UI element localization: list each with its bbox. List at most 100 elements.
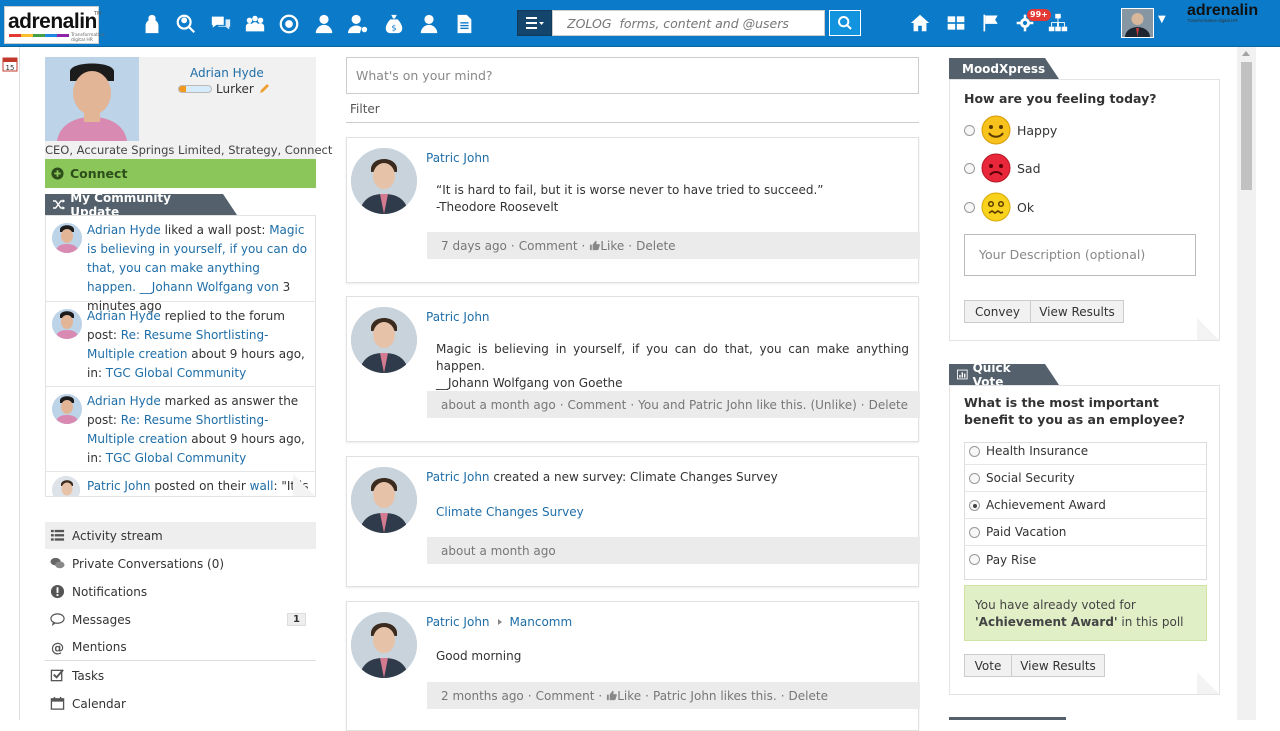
vote-button[interactable]: Vote xyxy=(964,654,1012,677)
vote-option[interactable]: Paid Vacation xyxy=(964,519,1206,546)
comment-link[interactable]: Comment xyxy=(568,398,627,412)
post-body: Magic is believing in yourself, if you c… xyxy=(436,342,909,390)
menu-activity-stream[interactable]: Activity stream xyxy=(45,522,316,549)
menu-messages[interactable]: Messages 1 xyxy=(45,606,316,633)
user-icon[interactable] xyxy=(312,10,336,38)
logo-color-bar xyxy=(9,34,69,37)
document-icon[interactable] xyxy=(452,10,476,38)
scroll-thumb[interactable] xyxy=(1241,62,1252,190)
people-icon[interactable] xyxy=(140,10,164,38)
vote-option[interactable]: Achievement Award xyxy=(964,492,1206,519)
plus-circle-icon xyxy=(51,167,64,180)
update-user-link[interactable]: Patric John xyxy=(87,479,151,493)
menu-calendar[interactable]: Calendar xyxy=(45,690,316,717)
chat-icon[interactable] xyxy=(209,10,233,38)
menu-private-conversations[interactable]: Private Conversations (0) xyxy=(45,550,316,577)
profile-rank: Lurker xyxy=(178,82,270,96)
profile-photo[interactable] xyxy=(45,57,139,141)
likes-summary: You and Patric John like this. xyxy=(638,397,807,412)
menu-tasks[interactable]: Tasks xyxy=(45,662,316,689)
menu-mentions[interactable]: @ Mentions xyxy=(45,634,316,661)
vote-option[interactable]: Social Security xyxy=(964,465,1206,492)
community-update-panel: Adrian Hyde liked a wall post: Magic is … xyxy=(45,215,316,497)
post-body: “It is hard to fail, but it is worse nev… xyxy=(436,183,824,214)
user-avatar[interactable] xyxy=(1121,8,1154,38)
convey-button[interactable]: Convey xyxy=(964,300,1031,323)
user-avatar[interactable] xyxy=(52,309,82,339)
page-scrollbar[interactable] xyxy=(1237,47,1256,720)
delete-link[interactable]: Delete xyxy=(869,398,908,412)
user-avatar[interactable] xyxy=(52,223,82,253)
post-author-link[interactable]: Patric John xyxy=(426,470,490,484)
update-wall-link[interactable]: wall xyxy=(250,479,274,493)
delete-link[interactable]: Delete xyxy=(636,239,675,253)
user-avatar[interactable] xyxy=(52,394,82,424)
user-avatar[interactable] xyxy=(52,476,80,496)
update-user-link[interactable]: Adrian Hyde xyxy=(87,223,161,237)
mood-radio[interactable] xyxy=(964,124,975,136)
profile-name-link[interactable]: Adrian Hyde xyxy=(190,66,264,80)
mood-radio[interactable] xyxy=(964,201,975,213)
comment-link[interactable]: Comment xyxy=(519,239,578,253)
survey-link[interactable]: Climate Changes Survey xyxy=(436,504,909,521)
vote-radio[interactable] xyxy=(969,527,980,538)
person-icon[interactable] xyxy=(417,10,441,38)
unlike-link[interactable]: (Unlike) xyxy=(810,398,856,412)
mood-description-input[interactable] xyxy=(964,234,1196,276)
delete-link[interactable]: Delete xyxy=(789,689,828,703)
community-update-item: Adrian Hyde replied to the forum post: R… xyxy=(46,302,315,387)
search-people-icon[interactable] xyxy=(174,10,198,38)
post-headline: Patric John created a new survey: Climat… xyxy=(426,470,778,484)
vote-view-results-button[interactable]: View Results xyxy=(1011,654,1105,677)
money-bag-icon[interactable]: $ xyxy=(382,10,406,38)
calendar-icon xyxy=(50,696,65,710)
like-link[interactable]: Like xyxy=(600,239,624,253)
update-user-link[interactable]: Adrian Hyde xyxy=(87,309,161,323)
vote-radio[interactable] xyxy=(969,554,980,565)
feed-filter[interactable]: Filter xyxy=(350,102,380,116)
post-target-link[interactable]: Mancomm xyxy=(510,615,573,629)
edit-pencil-icon[interactable] xyxy=(258,83,270,95)
vote-radio[interactable] xyxy=(969,473,980,484)
flag-icon[interactable] xyxy=(979,11,1003,35)
menu-notifications[interactable]: Notifications xyxy=(45,578,316,605)
calendar-mini-icon[interactable]: 15 xyxy=(2,56,18,72)
adrenalin-logo[interactable]: adrenalin TM Transformative digital HR xyxy=(4,6,105,44)
comment-link[interactable]: Comment xyxy=(536,689,595,703)
post-author-avatar[interactable] xyxy=(351,307,417,373)
recycle-icon[interactable] xyxy=(277,10,301,38)
update-community-link[interactable]: TGC Global Community xyxy=(106,366,246,380)
search-menu-button[interactable] xyxy=(517,10,552,36)
svg-text:15: 15 xyxy=(6,64,15,72)
post-author-link[interactable]: Patric John xyxy=(426,151,490,165)
mood-view-results-button[interactable]: View Results xyxy=(1030,300,1124,323)
chart-icon xyxy=(957,369,968,380)
home-icon[interactable] xyxy=(908,11,932,35)
like-link[interactable]: Like xyxy=(617,689,641,703)
mood-radio[interactable] xyxy=(964,162,975,174)
search-button[interactable] xyxy=(829,10,861,36)
team-icon[interactable] xyxy=(243,10,267,38)
mood-option-happy[interactable]: Happy xyxy=(964,114,1057,146)
scroll-up-arrow[interactable] xyxy=(1242,51,1250,56)
search-input[interactable] xyxy=(552,10,825,36)
dashboard-icon[interactable] xyxy=(944,11,968,35)
post-author-link[interactable]: Patric John xyxy=(426,615,490,629)
vote-radio[interactable] xyxy=(969,446,980,457)
user-menu-caret[interactable]: ▼ xyxy=(1158,14,1166,25)
update-user-link[interactable]: Adrian Hyde xyxy=(87,394,161,408)
vote-option[interactable]: Pay Rise xyxy=(964,546,1206,573)
vote-radio-selected[interactable] xyxy=(969,500,980,511)
post-author-avatar[interactable] xyxy=(351,467,417,533)
mood-option-sad[interactable]: Sad xyxy=(964,152,1041,184)
vote-option[interactable]: Health Insurance xyxy=(964,438,1206,465)
post-author-avatar[interactable] xyxy=(351,148,417,214)
post-author-link[interactable]: Patric John xyxy=(426,310,490,324)
mood-option-ok[interactable]: Ok xyxy=(964,191,1034,223)
post-author-avatar[interactable] xyxy=(351,612,417,678)
status-composer-input[interactable] xyxy=(346,57,919,94)
connect-button[interactable]: Connect xyxy=(45,159,316,188)
user-settings-icon[interactable] xyxy=(346,10,370,38)
org-chart-icon[interactable] xyxy=(1046,11,1070,35)
update-community-link[interactable]: TGC Global Community xyxy=(106,451,246,465)
